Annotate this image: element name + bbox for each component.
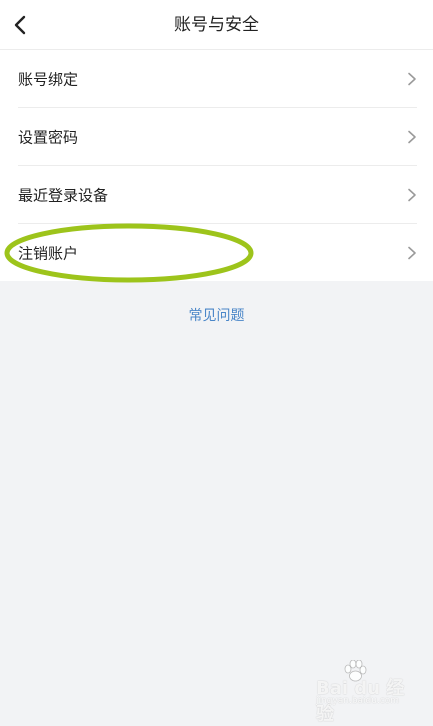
settings-item-label: 最近登录设备 xyxy=(18,186,109,205)
settings-item-label: 设置密码 xyxy=(18,128,79,147)
baidu-jingyan-watermark: Bai du 经验 jingyan.baidu.com xyxy=(312,660,422,725)
chevron-right-icon xyxy=(408,130,416,144)
watermark-text: Bai du 经验 xyxy=(316,678,405,725)
watermark-subtext: jingyan.baidu.com xyxy=(316,696,400,706)
settings-list: 账号绑定 设置密码 最近登录设备 注销账户 xyxy=(0,50,433,281)
settings-item-set-password[interactable]: 设置密码 xyxy=(0,108,433,166)
settings-item-label: 账号绑定 xyxy=(18,70,79,89)
chevron-right-icon xyxy=(408,72,416,86)
faq-link[interactable]: 常见问题 xyxy=(0,305,433,325)
page-title: 账号与安全 xyxy=(174,15,259,35)
chevron-right-icon xyxy=(408,188,416,202)
settings-item-account-binding[interactable]: 账号绑定 xyxy=(0,50,433,108)
settings-item-delete-account[interactable]: 注销账户 xyxy=(0,224,433,281)
settings-item-recent-login-devices[interactable]: 最近登录设备 xyxy=(0,166,433,224)
top-nav-bar: 账号与安全 xyxy=(0,0,433,50)
paw-logo-icon xyxy=(344,660,367,682)
settings-item-label: 注销账户 xyxy=(18,244,79,262)
chevron-right-icon xyxy=(408,246,416,259)
